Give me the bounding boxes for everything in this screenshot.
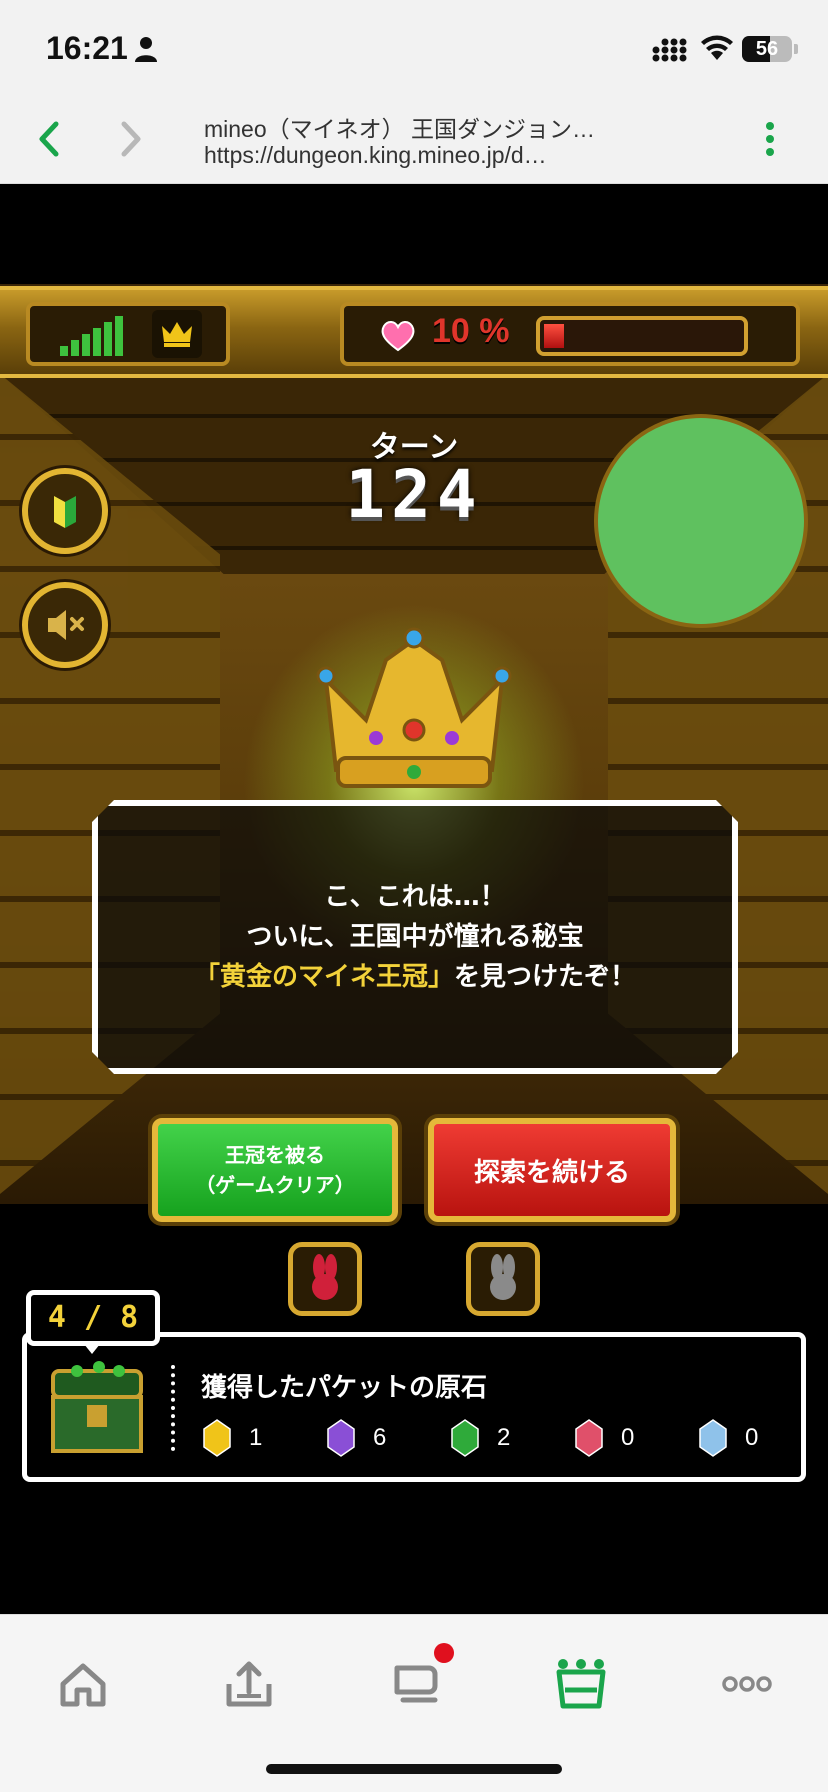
more-vertical-icon[interactable] [760, 116, 780, 162]
gem-yellow: 1 [203, 1419, 327, 1457]
gem-purple: 6 [327, 1419, 451, 1457]
dialog-line-3-rest: を見つけたぞ！ [454, 962, 637, 992]
chat-bubble-icon [394, 1665, 438, 1703]
back-arrow-icon[interactable] [30, 116, 70, 162]
hp-bar [536, 316, 748, 356]
continue-explore-label: 探索を続ける [473, 1157, 630, 1188]
more-dots-icon [722, 1676, 772, 1692]
battery-icon: 56 [742, 36, 792, 62]
wear-crown-label: 王冠を被る [225, 1143, 325, 1167]
signal-strength-icon [60, 316, 123, 356]
golden-crown-icon [316, 627, 512, 788]
yellow-gem-icon [203, 1419, 231, 1457]
upload-tray-icon [226, 1661, 272, 1707]
gem-blue: 0 [699, 1419, 823, 1457]
green-circle-button[interactable] [594, 414, 808, 628]
signal-panel [26, 302, 230, 366]
mute-button[interactable] [22, 582, 108, 668]
nav-more[interactable] [712, 1649, 782, 1719]
page-url[interactable]: https://dungeon.king.mineo.jp/d… [204, 142, 547, 169]
green-gem-icon [451, 1419, 479, 1457]
gem-panel: 獲得したパケットの原石 1 6 2 0 0 [22, 1332, 806, 1482]
game-view: 10 % ターン 124 こ、これは…！ ついに、王国中が憧れる秘宝 「黄金のマ… [0, 184, 828, 1614]
gem-red-count: 0 [621, 1424, 635, 1451]
gem-yellow-count: 1 [249, 1424, 263, 1451]
gem-green-count: 2 [497, 1424, 511, 1451]
item-slot-gray[interactable] [466, 1242, 540, 1316]
status-time: 16:21 [46, 30, 128, 66]
wear-crown-sublabel: （ゲームクリア） [195, 1173, 355, 1197]
hud-bar: 10 % [0, 286, 828, 378]
dialog-box: こ、これは…！ ついに、王国中が憧れる秘宝 「黄金のマイネ王冠」を見つけたぞ！ [92, 800, 738, 1074]
crown-icon [162, 322, 192, 347]
home-indicator[interactable] [266, 1764, 562, 1774]
nav-share[interactable] [214, 1649, 284, 1719]
continue-explore-button[interactable]: 探索を続ける [428, 1118, 676, 1222]
treasure-chest-icon [51, 1361, 143, 1453]
status-bar: 16:21 56 [0, 0, 828, 96]
dialog-line-2: ついに、王国中が憧れる秘宝 [246, 922, 584, 952]
browser-bar: mineo（マイネオ） 王国ダンジョン… https://dungeon.kin… [0, 96, 828, 184]
treasure-name: 「黄金のマイネ王冠」 [193, 962, 454, 992]
item-slot-red[interactable] [288, 1242, 362, 1316]
panel-divider [171, 1365, 175, 1451]
counter-tail [84, 1344, 100, 1354]
red-gem-icon [575, 1419, 603, 1457]
gem-blue-count: 0 [745, 1424, 759, 1451]
wifi-icon [701, 35, 733, 60]
battery-level: 56 [755, 38, 779, 60]
gem-panel-title: 獲得したパケットの原石 [201, 1373, 488, 1403]
red-rabbit-icon [312, 1254, 338, 1300]
purple-gem-icon [327, 1419, 355, 1457]
dialog-line-1: こ、これは…！ [324, 882, 506, 912]
nav-home[interactable] [48, 1649, 118, 1719]
gem-purple-count: 6 [373, 1424, 387, 1451]
cellular-signal-icon [652, 38, 687, 62]
forward-arrow-icon[interactable] [110, 116, 150, 162]
notification-dot [434, 1643, 454, 1663]
speaker-mute-icon [48, 610, 84, 640]
person-icon [135, 37, 157, 62]
page-title: mineo（マイネオ） 王国ダンジョン… [204, 116, 596, 142]
gray-rabbit-icon [490, 1254, 516, 1300]
gem-red: 0 [575, 1419, 699, 1457]
gem-list: 1 6 2 0 0 [203, 1419, 823, 1457]
dialog-line-3: 「黄金のマイネ王冠」を見つけたぞ！ [194, 957, 636, 997]
battery-cap [794, 44, 798, 54]
nav-dungeon[interactable] [546, 1649, 616, 1719]
gem-green: 2 [451, 1419, 575, 1457]
wear-crown-button[interactable]: 王冠を被る （ゲームクリア） [152, 1118, 398, 1222]
home-icon [60, 1663, 106, 1707]
crown-badge [152, 310, 202, 358]
crown-nav-icon [556, 1659, 606, 1709]
hp-bar-fill [544, 324, 564, 348]
blue-gem-icon [699, 1419, 727, 1457]
heart-icon [381, 321, 415, 352]
progress-counter: 4 / 8 [26, 1290, 160, 1346]
hp-percent: 10 % [432, 312, 510, 350]
